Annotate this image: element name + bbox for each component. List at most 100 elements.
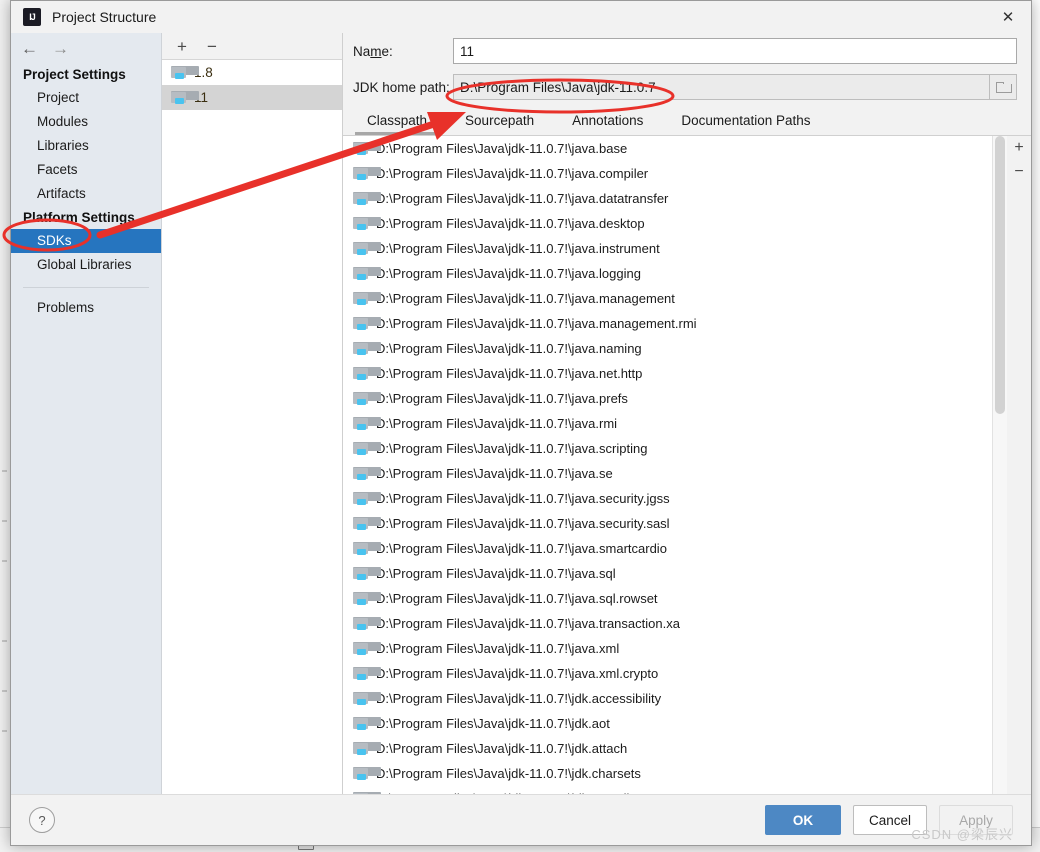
classpath-scrollbar-thumb[interactable] [995, 136, 1005, 414]
csdn-watermark: CSDN @梁辰兴 [911, 827, 1013, 842]
help-button[interactable]: ? [29, 807, 55, 833]
classpath-row[interactable]: D:\Program Files\Java\jdk-11.0.7!\java.s… [343, 461, 992, 486]
jdk-module-folder-icon [353, 766, 381, 781]
add-classpath-button[interactable]: + [1014, 140, 1023, 156]
classpath-row-label: D:\Program Files\Java\jdk-11.0.7!\java.n… [376, 341, 642, 356]
classpath-row[interactable]: D:\Program Files\Java\jdk-11.0.7!\java.c… [343, 161, 992, 186]
dialog-body: ← → Project Settings Project Modules Lib… [11, 33, 1031, 794]
classpath-row[interactable]: D:\Program Files\Java\jdk-11.0.7!\java.s… [343, 486, 992, 511]
sidebar-item-libraries[interactable]: Libraries [11, 134, 161, 158]
close-icon[interactable]: ✕ [985, 1, 1031, 33]
classpath-row-label: D:\Program Files\Java\jdk-11.0.7!\jdk.at… [376, 741, 628, 756]
classpath-row[interactable]: D:\Program Files\Java\jdk-11.0.7!\java.n… [343, 361, 992, 386]
jdk-module-folder-icon [353, 591, 381, 606]
classpath-row[interactable]: D:\Program Files\Java\jdk-11.0.7!\java.x… [343, 636, 992, 661]
tab-sourcepath[interactable]: Sourcepath [453, 113, 560, 135]
classpath-row-label: D:\Program Files\Java\jdk-11.0.7!\java.p… [376, 391, 628, 406]
folder-browse-icon[interactable] [990, 74, 1017, 100]
name-input-value: 11 [460, 43, 475, 59]
jdk-module-folder-icon [353, 616, 381, 631]
sdk-list[interactable]: 1.8 11 [162, 59, 342, 794]
sidebar-item-problems[interactable]: Problems [11, 296, 161, 320]
classpath-row[interactable]: D:\Program Files\Java\jdk-11.0.7!\jdk.co… [343, 786, 992, 794]
classpath-row-label: D:\Program Files\Java\jdk-11.0.7!\java.b… [376, 141, 628, 156]
classpath-row[interactable]: D:\Program Files\Java\jdk-11.0.7!\jdk.ao… [343, 711, 992, 736]
classpath-row-label: D:\Program Files\Java\jdk-11.0.7!\java.s… [376, 516, 670, 531]
classpath-row[interactable]: D:\Program Files\Java\jdk-11.0.7!\jdk.ch… [343, 761, 992, 786]
settings-sidebar: ← → Project Settings Project Modules Lib… [11, 33, 162, 794]
sdk-list-item[interactable]: 11 [162, 85, 342, 110]
remove-classpath-button[interactable]: − [1014, 164, 1023, 180]
arrow-right-icon[interactable]: → [52, 40, 69, 57]
classpath-row[interactable]: D:\Program Files\Java\jdk-11.0.7!\java.m… [343, 286, 992, 311]
classpath-row[interactable]: D:\Program Files\Java\jdk-11.0.7!\java.s… [343, 536, 992, 561]
sidebar-item-global-libraries[interactable]: Global Libraries [11, 253, 161, 277]
classpath-row-label: D:\Program Files\Java\jdk-11.0.7!\java.s… [376, 591, 658, 606]
classpath-row[interactable]: D:\Program Files\Java\jdk-11.0.7!\java.s… [343, 436, 992, 461]
classpath-side-buttons: + − [1007, 136, 1031, 794]
tab-documentation-paths[interactable]: Documentation Paths [669, 113, 836, 135]
classpath-row[interactable]: D:\Program Files\Java\jdk-11.0.7!\java.r… [343, 411, 992, 436]
sidebar-item-sdks[interactable]: SDKs [11, 229, 161, 253]
jdk-module-folder-icon [353, 141, 381, 156]
classpath-row[interactable]: D:\Program Files\Java\jdk-11.0.7!\java.p… [343, 386, 992, 411]
name-field-label: Name: [353, 43, 393, 59]
sdk-list-item[interactable]: 1.8 [162, 60, 342, 85]
classpath-row-label: D:\Program Files\Java\jdk-11.0.7!\java.s… [376, 491, 670, 506]
jdk-home-path-row: JDK home path: D:\Program Files\Java\jdk… [343, 69, 1031, 105]
jdk-module-folder-icon [353, 416, 381, 431]
classpath-scrollbar[interactable] [992, 136, 1007, 794]
dialog-footer: ? OK Cancel Apply CSDN @梁辰兴 [11, 794, 1031, 845]
classpath-list[interactable]: D:\Program Files\Java\jdk-11.0.7!\java.b… [343, 136, 992, 794]
classpath-row[interactable]: D:\Program Files\Java\jdk-11.0.7!\java.t… [343, 611, 992, 636]
classpath-row-label: D:\Program Files\Java\jdk-11.0.7!\java.i… [376, 241, 660, 256]
project-structure-dialog: IJ Project Structure ✕ ← → Project Setti… [10, 0, 1032, 846]
jdk-home-path-input[interactable]: D:\Program Files\Java\jdk-11.0.7 [453, 74, 990, 100]
jdk-module-folder-icon [353, 316, 381, 331]
classpath-row[interactable]: D:\Program Files\Java\jdk-11.0.7!\java.x… [343, 661, 992, 686]
background-fleck [2, 730, 7, 732]
jdk-folder-icon [171, 90, 199, 105]
classpath-row-label: D:\Program Files\Java\jdk-11.0.7!\jdk.ao… [376, 716, 610, 731]
background-fleck [2, 640, 7, 642]
sidebar-item-project[interactable]: Project [11, 86, 161, 110]
classpath-row[interactable]: D:\Program Files\Java\jdk-11.0.7!\java.d… [343, 186, 992, 211]
classpath-row[interactable]: D:\Program Files\Java\jdk-11.0.7!\java.s… [343, 586, 992, 611]
name-field-row: Name: 11 [343, 33, 1031, 69]
classpath-row[interactable]: D:\Program Files\Java\jdk-11.0.7!\java.m… [343, 311, 992, 336]
classpath-row[interactable]: D:\Program Files\Java\jdk-11.0.7!\jdk.ac… [343, 686, 992, 711]
jdk-module-folder-icon [353, 716, 381, 731]
sidebar-history-nav: ← → [11, 33, 161, 63]
classpath-row-label: D:\Program Files\Java\jdk-11.0.7!\java.r… [376, 416, 618, 431]
sidebar-item-facets[interactable]: Facets [11, 158, 161, 182]
jdk-folder-icon [171, 65, 199, 80]
sidebar-group-project-settings: Project Settings [23, 67, 126, 82]
jdk-module-folder-icon [353, 516, 381, 531]
remove-sdk-button[interactable]: − [204, 38, 220, 55]
classpath-row[interactable]: D:\Program Files\Java\jdk-11.0.7!\java.n… [343, 336, 992, 361]
arrow-left-icon[interactable]: ← [21, 40, 38, 57]
jdk-module-folder-icon [353, 191, 381, 206]
classpath-row[interactable]: D:\Program Files\Java\jdk-11.0.7!\java.s… [343, 561, 992, 586]
add-sdk-button[interactable]: + [174, 38, 190, 55]
background-fleck [2, 690, 7, 692]
jdk-module-folder-icon [353, 216, 381, 231]
name-input[interactable]: 11 [453, 38, 1017, 64]
classpath-row-label: D:\Program Files\Java\jdk-11.0.7!\java.c… [376, 166, 649, 181]
ok-button[interactable]: OK [765, 805, 841, 835]
sidebar-item-artifacts[interactable]: Artifacts [11, 182, 161, 206]
classpath-row[interactable]: D:\Program Files\Java\jdk-11.0.7!\java.i… [343, 236, 992, 261]
classpath-row-label: D:\Program Files\Java\jdk-11.0.7!\java.d… [376, 191, 669, 206]
tab-classpath[interactable]: Classpath [355, 113, 453, 135]
sidebar-item-modules[interactable]: Modules [11, 110, 161, 134]
classpath-list-area: D:\Program Files\Java\jdk-11.0.7!\java.b… [343, 135, 1031, 794]
classpath-row[interactable]: D:\Program Files\Java\jdk-11.0.7!\java.d… [343, 211, 992, 236]
classpath-row[interactable]: D:\Program Files\Java\jdk-11.0.7!\java.l… [343, 261, 992, 286]
classpath-row[interactable]: D:\Program Files\Java\jdk-11.0.7!\java.b… [343, 136, 992, 161]
classpath-row[interactable]: D:\Program Files\Java\jdk-11.0.7!\java.s… [343, 511, 992, 536]
tab-annotations[interactable]: Annotations [560, 113, 669, 135]
jdk-module-folder-icon [353, 391, 381, 406]
jdk-module-folder-icon [353, 166, 381, 181]
classpath-row[interactable]: D:\Program Files\Java\jdk-11.0.7!\jdk.at… [343, 736, 992, 761]
classpath-row-label: D:\Program Files\Java\jdk-11.0.7!\java.x… [376, 666, 659, 681]
